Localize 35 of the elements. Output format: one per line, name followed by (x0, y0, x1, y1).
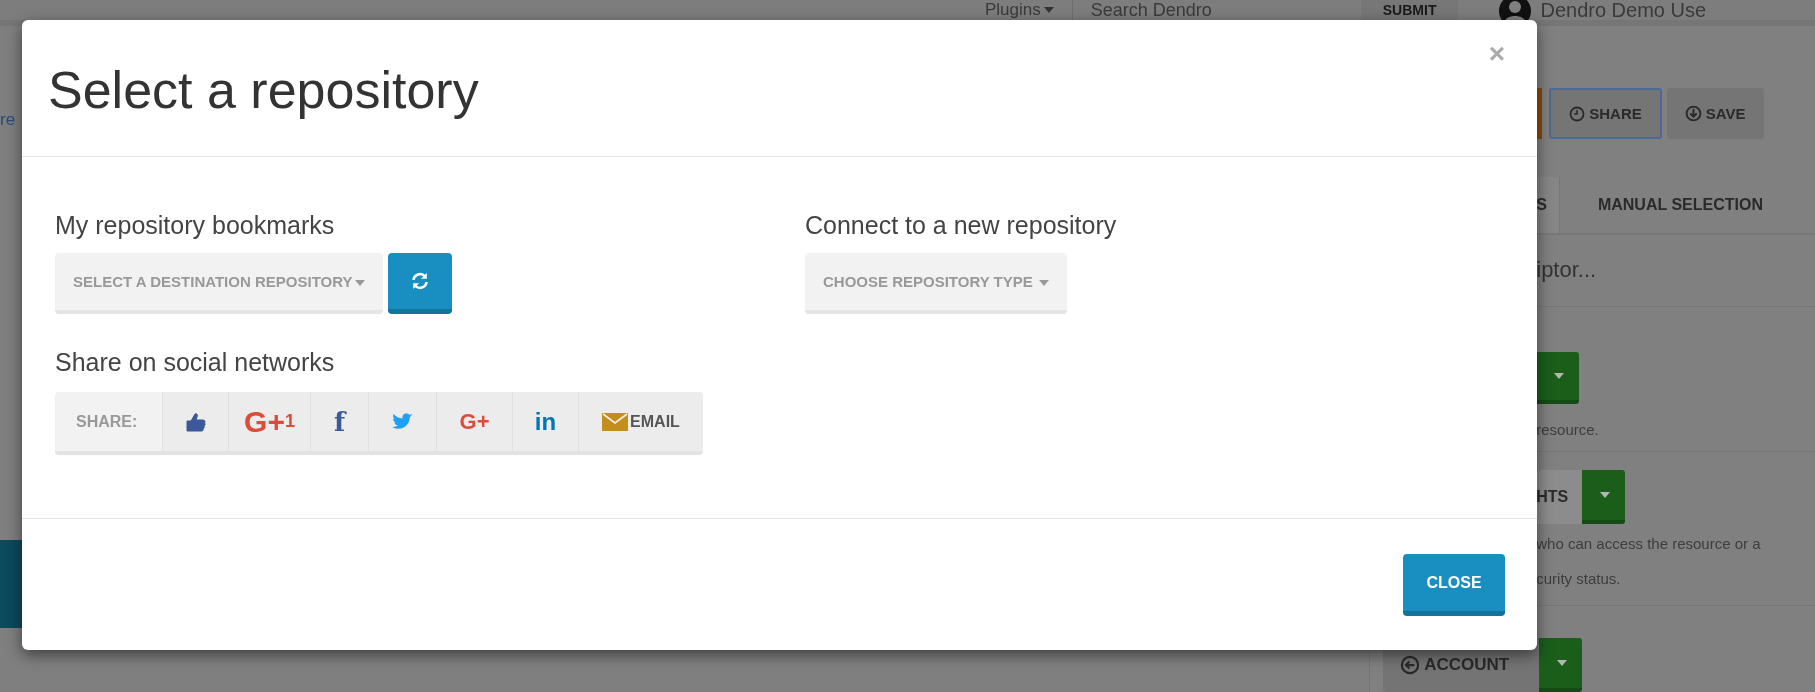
facebook-button[interactable]: f (311, 392, 369, 451)
section-label: My repository bookmarks (55, 210, 335, 241)
tab[interactable]: MANUAL SELECTION (1597, 177, 1799, 233)
action-button[interactable]: SAVE (1666, 88, 1764, 140)
close-button[interactable]: CLOSE (1403, 554, 1505, 616)
dropdown-toggle[interactable] (1582, 470, 1626, 525)
section-label: Share on social networks (55, 347, 335, 378)
section-label: Connect to a new repository (805, 210, 1117, 241)
user-name[interactable]: Dendro Demo Use (1540, 0, 1707, 20)
repository-dropdown[interactable]: SELECT A DESTINATION REPOSITORY (55, 253, 384, 314)
action-button[interactable]: SHARE (1549, 88, 1662, 140)
help-text: resource. (1536, 419, 1599, 440)
plus-one-button[interactable]: G+$^{1}$ (229, 392, 311, 451)
clock-icon (1569, 105, 1586, 122)
like-button[interactable] (163, 392, 229, 451)
linkedin-button[interactable]: in (513, 392, 579, 451)
link-fragment[interactable]: re (0, 110, 22, 130)
descriptor-field[interactable]: iptor... (1536, 257, 1797, 284)
download-icon (1684, 105, 1702, 123)
tab[interactable]: S (1536, 177, 1560, 233)
gplus-button[interactable]: G+ (437, 392, 513, 451)
search-field[interactable]: Search Dendro (1072, 0, 1341, 20)
submit-button[interactable]: SUBMIT (1360, 0, 1459, 20)
rights-button[interactable]: HTS (1536, 470, 1583, 525)
dropdown-toggle[interactable] (1539, 638, 1583, 692)
help-text: curity status. (1536, 569, 1622, 590)
modal-title: Select a repository (48, 60, 479, 120)
arrow-left-icon (1400, 655, 1421, 675)
repository-type-dropdown[interactable]: CHOOSE REPOSITORY TYPE (805, 253, 1067, 314)
close-button[interactable]: × (1482, 38, 1511, 70)
refresh-button[interactable] (388, 253, 453, 314)
help-text: who can access the resource or a (1536, 534, 1762, 555)
refresh-icon (410, 271, 431, 291)
dropdown-toggle[interactable] (1536, 351, 1580, 404)
email-button[interactable]: EMAIL (579, 392, 703, 451)
